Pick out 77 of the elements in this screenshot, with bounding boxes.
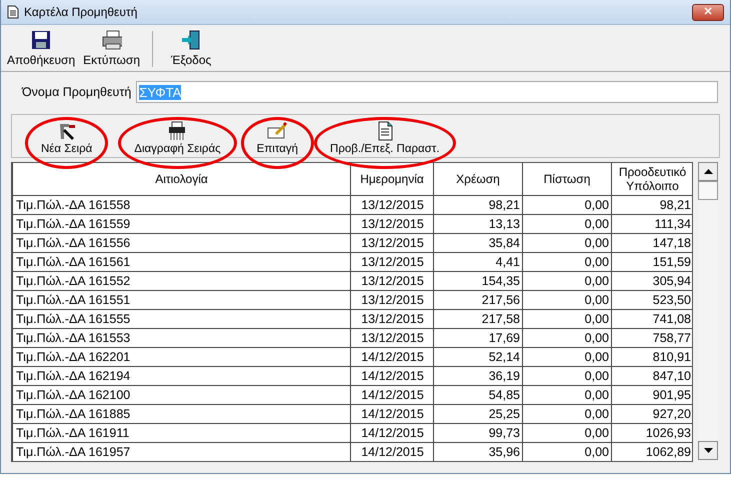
table-cell: 0,00: [522, 252, 612, 272]
table-cell: 14/12/2015: [350, 386, 434, 404]
table-cell: 0,00: [522, 386, 612, 404]
toolbar-button[interactable]: Προβ./Επεξ. Παραστ.: [316, 119, 454, 157]
table-cell: 154,35: [434, 272, 522, 290]
table-cell: 217,56: [434, 290, 522, 310]
table-cell: 98,21: [434, 196, 522, 214]
table-cell: Τιμ.Πώλ.-ΔΑ 161553: [12, 328, 350, 348]
table-cell: 54,85: [434, 386, 522, 404]
table-cell: 13/12/2015: [350, 310, 434, 328]
toolbar-button[interactable]: Επιταγή: [242, 119, 312, 157]
table-cell: Τιμ.Πώλ.-ΔΑ 161552: [12, 272, 350, 290]
table-cell: Τιμ.Πώλ.-ΔΑ 162194: [12, 366, 350, 386]
column-header: Χρέωση: [434, 163, 522, 196]
column-header: Αιτιολογία: [12, 163, 350, 196]
column-header: Πίστωση: [522, 163, 612, 196]
table-cell: 13/12/2015: [350, 252, 434, 272]
table-cell: 13/12/2015: [350, 272, 434, 290]
up-arrow-icon: [704, 169, 713, 174]
table-cell: 13/12/2015: [350, 196, 434, 214]
window-title: Καρτέλα Προμηθευτή: [24, 5, 138, 19]
table-cell: 14/12/2015: [350, 404, 434, 424]
table-cell: 13/12/2015: [350, 290, 434, 310]
table-cell: Τιμ.Πώλ.-ΔΑ 161558: [12, 196, 350, 214]
table-cell: Τιμ.Πώλ.-ΔΑ 162201: [12, 348, 350, 366]
table-cell: 13/12/2015: [350, 214, 434, 234]
table-cell: 13,13: [434, 214, 522, 234]
table-cell: 0,00: [522, 348, 612, 366]
shredder-icon: [167, 121, 188, 141]
table-cell: 0,00: [522, 310, 612, 328]
paper-pen-icon: [267, 121, 288, 141]
table-cell: 0,00: [522, 404, 612, 424]
table-cell: Τιμ.Πώλ.-ΔΑ 161957: [12, 442, 350, 461]
table-cell: 36,19: [434, 366, 522, 386]
table-cell: 0,00: [522, 290, 612, 310]
column-header: Ημερομηνία: [350, 163, 434, 196]
table-cell: 0,00: [522, 328, 612, 348]
table-cell: 13/12/2015: [350, 328, 434, 348]
field-label: Όνομα Προμηθευτή: [22, 85, 132, 99]
table-cell: 35,84: [434, 234, 522, 252]
table-cell: 14/12/2015: [350, 424, 434, 442]
table-cell: Τιμ.Πώλ.-ΔΑ 161561: [12, 252, 350, 272]
table-cell: 0,00: [522, 196, 612, 214]
down-arrow-icon: [704, 448, 713, 453]
door-arrow-icon: [181, 30, 202, 50]
table-cell: Τιμ.Πώλ.-ΔΑ 162100: [12, 386, 350, 404]
exit-button[interactable]: Έξοδος: [169, 27, 214, 71]
table-cell: 4,41: [434, 252, 522, 272]
table-cell: Τιμ.Πώλ.-ΔΑ 161551: [12, 290, 350, 310]
table-cell: Τιμ.Πώλ.-ΔΑ 161911: [12, 424, 350, 442]
table-cell: 25,25: [434, 404, 522, 424]
table-cell: 13/12/2015: [350, 234, 434, 252]
printer-icon: [102, 30, 122, 50]
table-cell: 217,58: [434, 310, 522, 328]
save-button[interactable]: Αποθήκευση: [5, 27, 78, 71]
table-cell: Τιμ.Πώλ.-ΔΑ 161885: [12, 404, 350, 424]
vertical-scrollbar[interactable]: [698, 162, 718, 460]
table-cell: 17,69: [434, 328, 522, 348]
toolbar-button[interactable]: Νέα Σειρά: [27, 119, 106, 157]
table-cell: 0,00: [522, 234, 612, 252]
table-cell: 14/12/2015: [350, 366, 434, 386]
scroll-thumb[interactable]: [698, 181, 718, 200]
table-cell: Τιμ.Πώλ.-ΔΑ 161556: [12, 234, 350, 252]
scroll-up-button[interactable]: [698, 162, 718, 181]
print-button[interactable]: Εκτύπωση: [81, 27, 142, 71]
table-cell: 0,00: [522, 424, 612, 442]
table-cell: Τιμ.Πώλ.-ΔΑ 161559: [12, 214, 350, 234]
table-cell: 52,14: [434, 348, 522, 366]
table-cell: 99,73: [434, 424, 522, 442]
document-icon: [7, 5, 19, 19]
table-cell: Τιμ.Πώλ.-ΔΑ 161555: [12, 310, 350, 328]
toolbar-button[interactable]: Διαγραφή Σειράς: [120, 119, 235, 157]
table-cell: 0,00: [522, 214, 612, 234]
table-cell: 0,00: [522, 366, 612, 386]
table-cell: 14/12/2015: [350, 348, 434, 366]
scroll-down-button[interactable]: [698, 441, 718, 460]
table-cell: 0,00: [522, 272, 612, 290]
